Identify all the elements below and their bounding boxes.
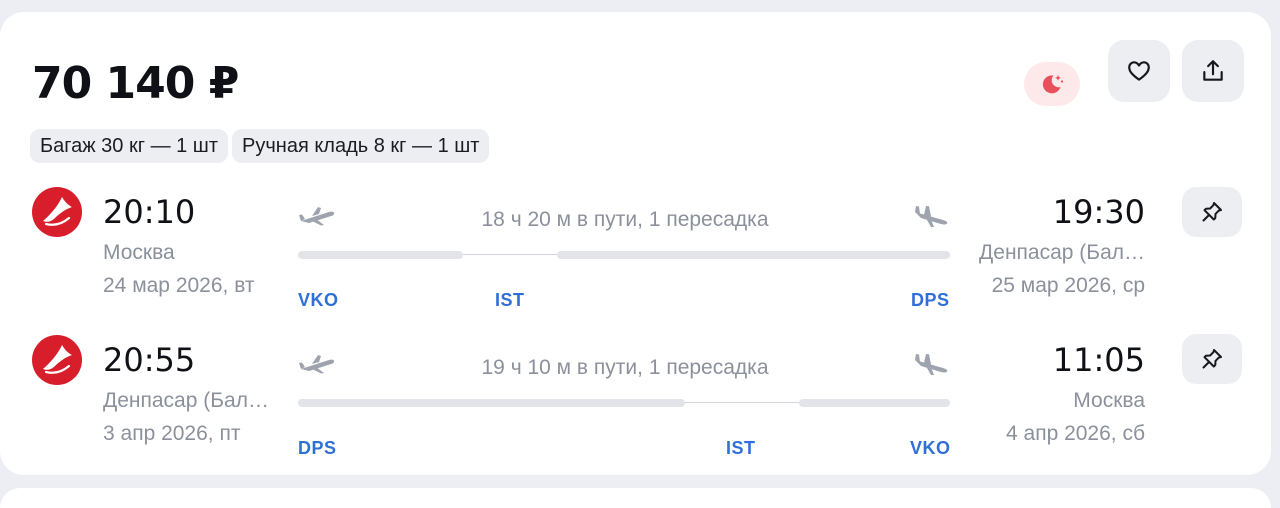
pin-icon xyxy=(1202,202,1222,222)
ticket-price: 70 140 ₽ xyxy=(32,58,239,109)
landing-plane-icon xyxy=(915,354,948,375)
hand-luggage-chip: Ручная кладь 8 кг — 1 шт xyxy=(232,129,490,163)
transfer-airport-code: IST xyxy=(726,438,756,458)
origin-airport-code: DPS xyxy=(298,438,337,458)
departure-date: 24 мар 2026, вт xyxy=(103,274,255,297)
layover-line xyxy=(463,254,557,255)
route-segment xyxy=(557,251,950,259)
departure-time: 20:55 xyxy=(103,341,196,379)
route-segment xyxy=(298,251,463,259)
departure-date: 3 апр 2026, пт xyxy=(103,422,241,445)
favorite-button[interactable] xyxy=(1108,40,1170,102)
arrival-time: 11:05 xyxy=(1052,341,1145,379)
arrival-time: 19:30 xyxy=(1052,193,1145,231)
takeoff-plane-icon xyxy=(299,207,335,226)
departure-time: 20:10 xyxy=(103,193,196,231)
share-icon xyxy=(1203,60,1223,81)
departure-city: Москва xyxy=(103,241,175,264)
baggage-chip: Багаж 30 кг — 1 шт xyxy=(30,129,229,163)
destination-airport-code: VKO xyxy=(910,438,951,458)
destination-airport-code: DPS xyxy=(911,290,950,310)
arrival-date: 4 апр 2026, сб xyxy=(1006,422,1145,445)
share-button[interactable] xyxy=(1182,40,1244,102)
next-card-edge xyxy=(0,488,1271,508)
takeoff-plane-icon xyxy=(299,355,335,374)
turkish-airlines-logo xyxy=(43,197,72,226)
arrival-city: Денпасар (Бал… xyxy=(979,241,1145,264)
arrival-city: Москва xyxy=(1073,389,1145,412)
baggage-chips: Багаж 30 кг — 1 шт Ручная кладь 8 кг — 1… xyxy=(30,129,490,163)
layover-line xyxy=(685,402,799,403)
departure-city: Денпасар (Бал… xyxy=(103,389,269,412)
transfer-airport-code: IST xyxy=(495,290,525,310)
pin-segment-button[interactable] xyxy=(1182,187,1242,237)
arrival-date: 25 мар 2026, ср xyxy=(991,274,1145,297)
heart-icon xyxy=(1128,61,1150,81)
ticket-card[interactable]: 70 140 ₽ Багаж 30 кг — 1 шт Ручная кладь… xyxy=(0,12,1271,475)
pin-segment-button[interactable] xyxy=(1182,334,1242,384)
airline-logo xyxy=(32,187,82,237)
turkish-airlines-logo xyxy=(43,345,72,374)
origin-airport-code: VKO xyxy=(298,290,339,310)
moon-stars-icon xyxy=(1042,75,1064,94)
night-flight-badge[interactable] xyxy=(1024,62,1080,106)
landing-plane-icon xyxy=(915,206,948,227)
trip-duration: 18 ч 20 м в пути, 1 пересадка xyxy=(481,208,769,231)
route-segment xyxy=(799,399,950,407)
route-segment xyxy=(298,399,685,407)
pin-icon xyxy=(1202,349,1222,369)
airline-logo xyxy=(32,335,82,385)
trip-duration: 19 ч 10 м в пути, 1 пересадка xyxy=(481,356,769,379)
